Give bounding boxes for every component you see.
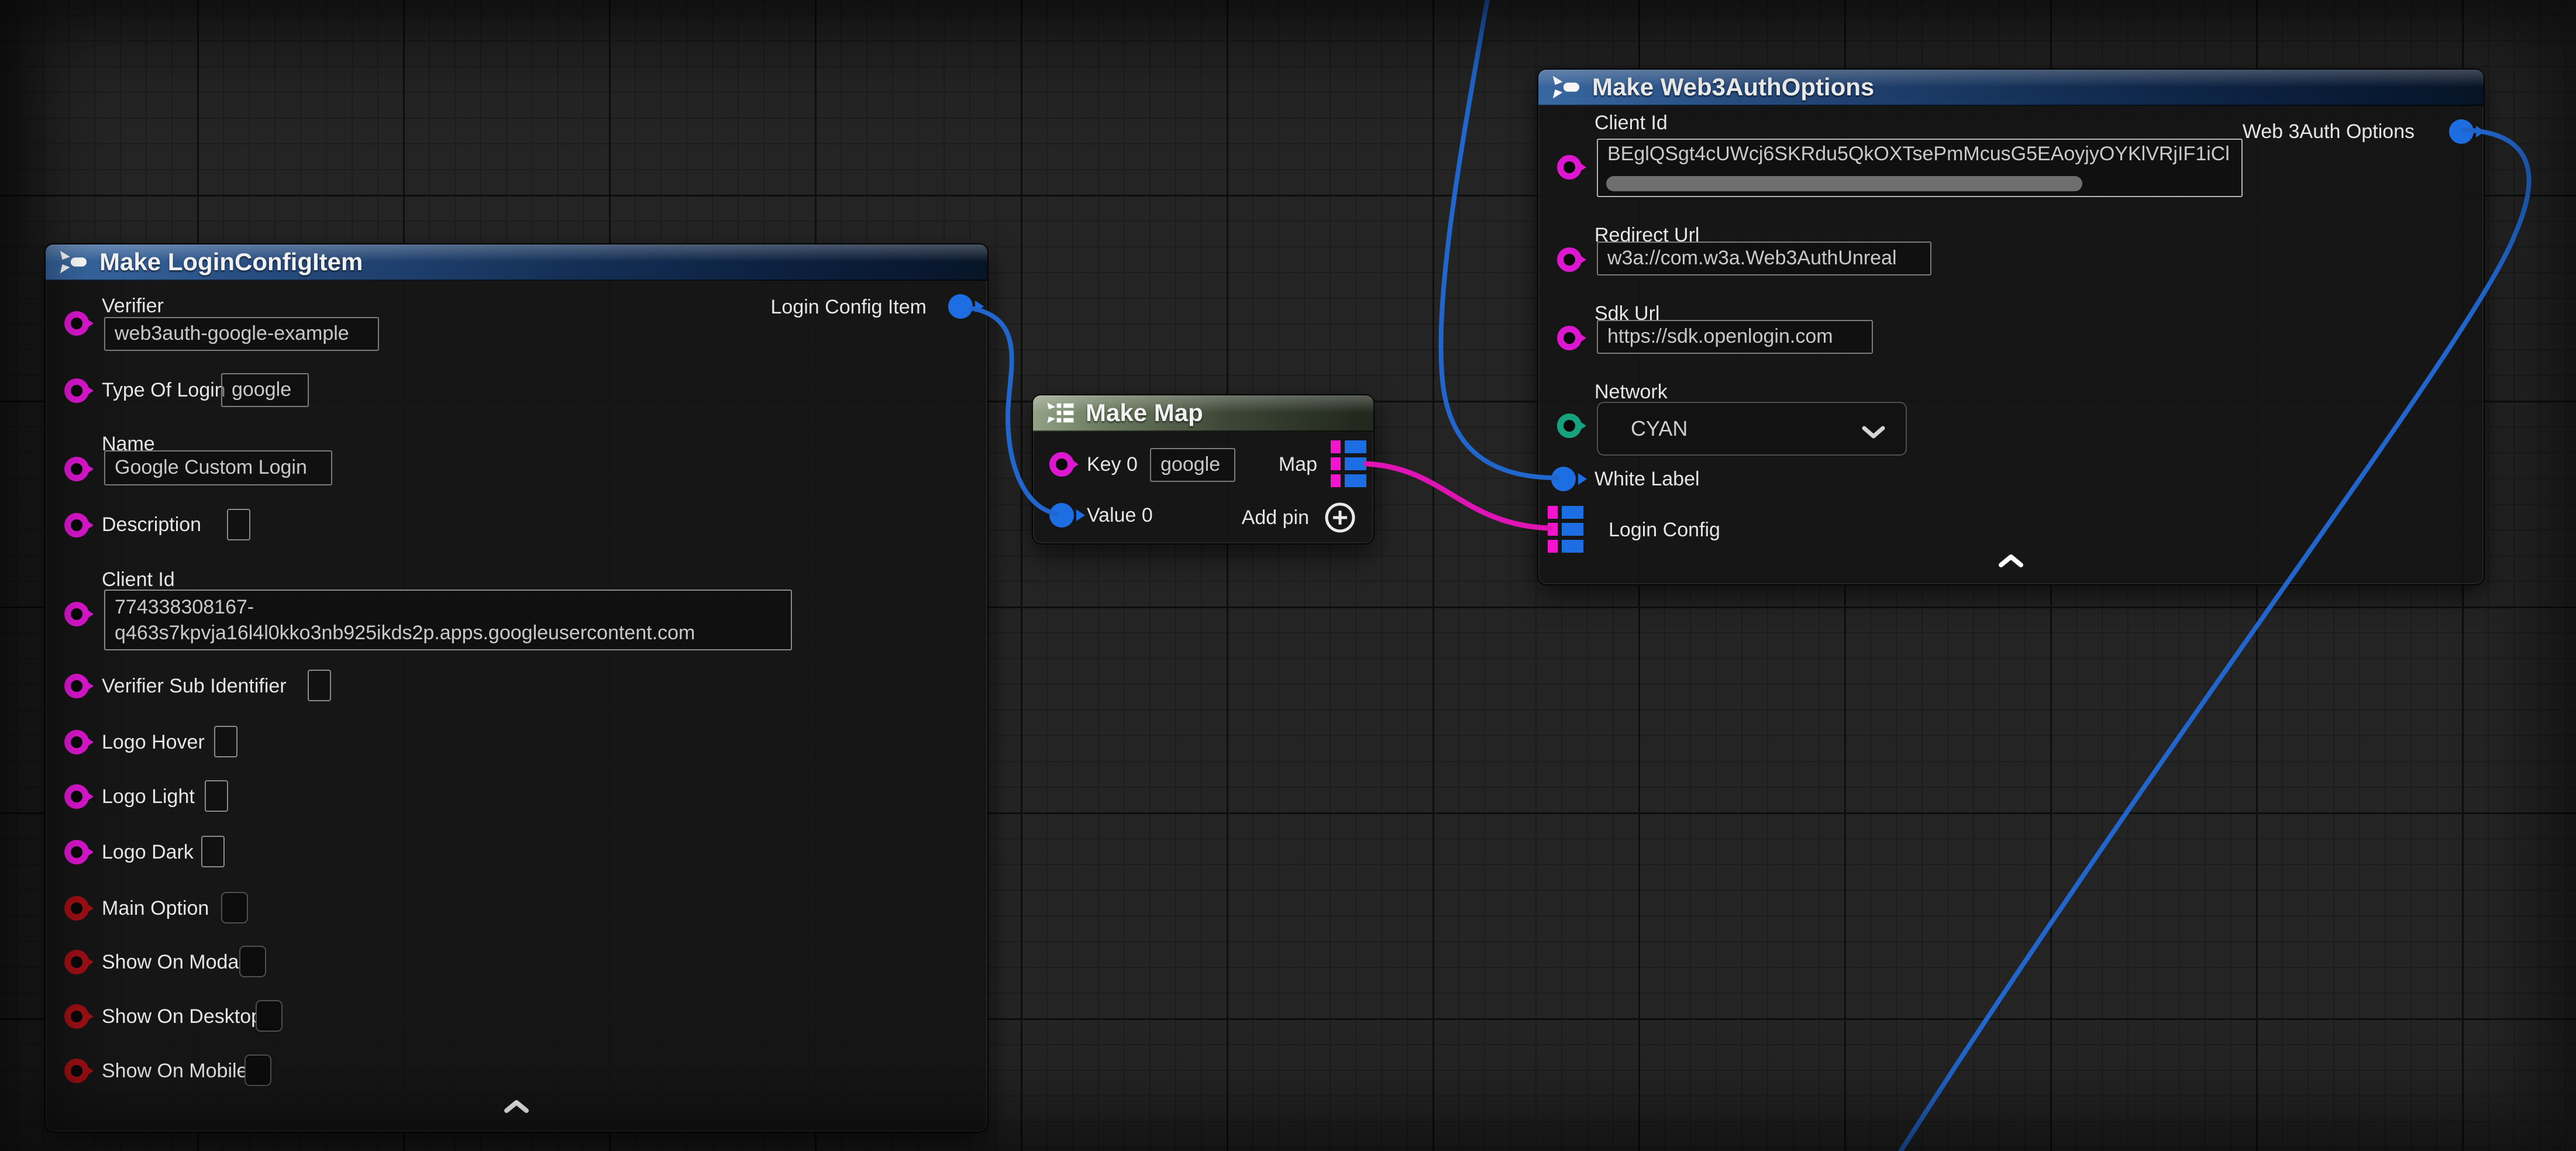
pin-label-type-of-login: Type Of Login (102, 378, 226, 402)
make-struct-icon (1551, 74, 1582, 100)
output-pin-label-map: Map (1279, 452, 1317, 477)
pin-key-0[interactable] (1049, 452, 1074, 477)
pin-client-id[interactable] (1557, 155, 1582, 180)
pin-label-show-on-mobile: Show On Mobile (102, 1059, 247, 1083)
pin-label-network: Network (1594, 380, 1668, 404)
logo-light-input[interactable] (205, 780, 228, 812)
pin-name[interactable] (64, 457, 89, 481)
verifier-sub-identifier-input[interactable] (308, 670, 331, 701)
node-title: Make Web3AuthOptions (1592, 73, 1874, 101)
pin-label-description: Description (102, 512, 201, 537)
sdk-url-input[interactable]: https://sdk.openlogin.com (1597, 320, 1873, 354)
pin-label-show-on-modal: Show On Modal (102, 950, 243, 974)
node-make-loginconfigitem[interactable]: Make LoginConfigItem Login Config Item V… (44, 243, 989, 1133)
client-id-input[interactable]: BEglQSgt4cUWcj6SKRdu5QkOXTsePmMcusG5EAoy… (1597, 139, 2243, 197)
output-pin-label: Login Config Item (771, 295, 927, 319)
map-pin-icon[interactable] (1331, 440, 1366, 487)
main-option-checkbox[interactable] (221, 892, 248, 923)
pin-client-id[interactable] (64, 602, 89, 626)
wire-map-to-login-config[interactable] (1366, 464, 1550, 528)
pin-network[interactable] (1557, 413, 1582, 438)
node-header-make-map[interactable]: Make Map (1033, 395, 1373, 432)
pin-label-client-id: Client Id (102, 567, 175, 592)
redirect-url-input[interactable]: w3a://com.w3a.Web3AuthUnreal (1597, 242, 1931, 275)
node-make-map[interactable]: Make Map Key 0 google Map Value 0 Add pi… (1032, 394, 1375, 545)
pin-verifier[interactable] (64, 311, 89, 336)
pin-show-on-mobile[interactable] (64, 1059, 89, 1083)
login-config-map-pin-icon[interactable] (1548, 506, 1583, 553)
pin-white-label[interactable] (1551, 467, 1576, 491)
pin-sdk-url[interactable] (1557, 326, 1582, 350)
logo-hover-input[interactable] (214, 726, 237, 757)
pin-label-logo-light: Logo Light (102, 784, 195, 809)
pin-verifier-sub-identifier[interactable] (64, 674, 89, 698)
collapse-chevron-icon[interactable] (504, 1100, 529, 1116)
pin-type-of-login[interactable] (64, 378, 89, 403)
pin-label-value-0: Value 0 (1087, 503, 1153, 528)
description-input[interactable] (227, 509, 250, 540)
add-pin-label[interactable]: Add pin (1242, 505, 1309, 530)
client-id-scrollbar[interactable] (1606, 176, 2082, 191)
pin-label-login-config: Login Config (1609, 518, 1720, 542)
name-input[interactable]: Google Custom Login (104, 450, 332, 485)
pin-label-logo-dark: Logo Dark (102, 840, 194, 864)
make-struct-icon (58, 249, 89, 275)
pin-show-on-modal[interactable] (64, 950, 89, 974)
pin-label-verifier: Verifier (102, 294, 164, 318)
add-pin-icon[interactable] (1324, 502, 1356, 536)
logo-dark-input[interactable] (201, 836, 225, 867)
key-0-input[interactable]: google (1150, 448, 1235, 482)
pin-label-verifier-sub-identifier: Verifier Sub Identifier (102, 674, 287, 698)
node-header-make-loginconfigitem[interactable]: Make LoginConfigItem (46, 244, 987, 281)
node-header-make-web3authoptions[interactable]: Make Web3AuthOptions (1538, 70, 2484, 106)
pin-label-logo-hover: Logo Hover (102, 730, 205, 754)
show-on-mobile-checkbox[interactable] (244, 1054, 271, 1086)
show-on-modal-checkbox[interactable] (239, 946, 266, 977)
pin-main-option[interactable] (64, 896, 89, 921)
pin-label-client-id: Client Id (1594, 111, 1668, 135)
pin-label-show-on-desktop: Show On Desktop (102, 1004, 262, 1029)
chevron-down-icon (1861, 421, 1886, 445)
blueprint-graph-canvas[interactable]: Make LoginConfigItem Login Config Item V… (0, 0, 2576, 1151)
output-pin-web3auth-options[interactable] (2449, 119, 2474, 144)
pin-description[interactable] (64, 513, 89, 537)
pin-show-on-desktop[interactable] (64, 1004, 89, 1029)
pin-logo-hover[interactable] (64, 730, 89, 754)
node-title: Make Map (1086, 399, 1203, 427)
pin-label-white-label: White Label (1594, 467, 1700, 491)
pin-value-0[interactable] (1049, 503, 1074, 528)
pin-logo-dark[interactable] (64, 840, 89, 864)
client-id-input[interactable]: 774338308167- q463s7kpvja16l4l0kko3nb925… (104, 590, 792, 650)
pin-label-main-option: Main Option (102, 896, 209, 921)
show-on-desktop-checkbox[interactable] (256, 1000, 283, 1032)
verifier-input[interactable]: web3auth-google-example (104, 317, 379, 351)
type-of-login-input[interactable]: google (221, 373, 309, 407)
node-title: Make LoginConfigItem (99, 248, 363, 276)
output-pin-login-config-item[interactable] (948, 294, 973, 319)
make-map-icon (1046, 401, 1075, 425)
collapse-chevron-icon[interactable] (1998, 554, 2024, 571)
network-dropdown[interactable]: CYAN (1597, 402, 1907, 456)
pin-logo-light[interactable] (64, 784, 89, 809)
pin-label-key-0: Key 0 (1087, 452, 1138, 477)
pin-redirect-url[interactable] (1557, 247, 1582, 272)
output-pin-label: Web 3Auth Options (2243, 119, 2415, 144)
node-make-web3authoptions[interactable]: Make Web3AuthOptions Web 3Auth Options C… (1537, 68, 2485, 585)
